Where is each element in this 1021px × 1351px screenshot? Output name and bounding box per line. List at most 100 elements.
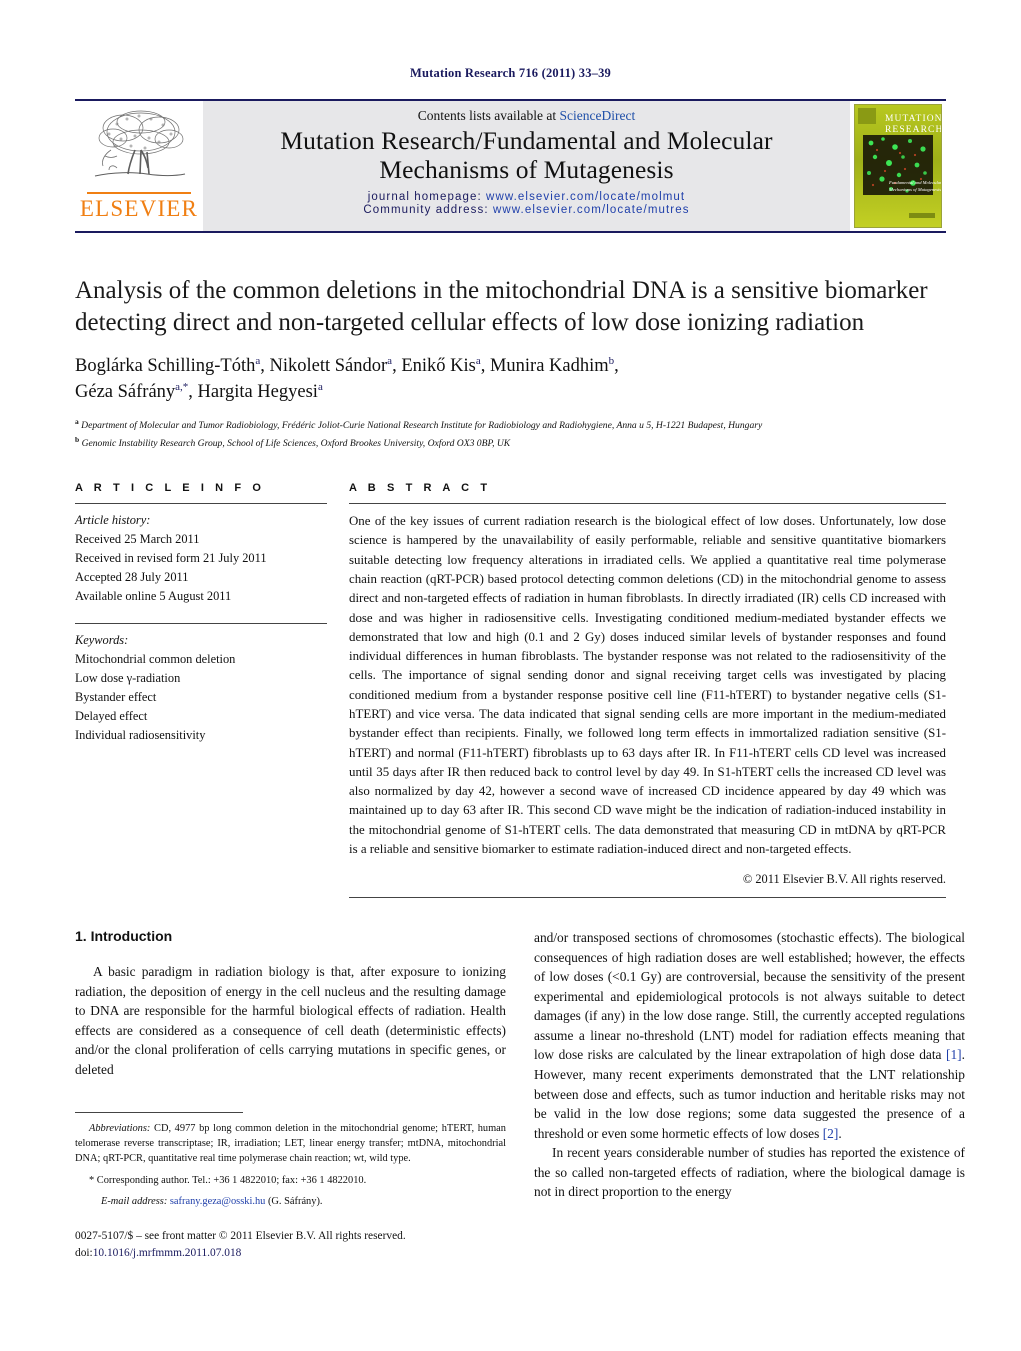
paper-page: Mutation Research 716 (2011) 33–39 ELSEV… [0, 0, 1021, 1351]
article-history-group: Article history: Received 25 March 2011 … [75, 511, 327, 605]
author-item: Boglárka Schilling-Tótha [75, 354, 261, 376]
author-affil-marker: a [255, 354, 261, 367]
author-list: Boglárka Schilling-Tótha, Nikolett Sándo… [75, 354, 619, 402]
info-abstract-band: A R T I C L E I N F O Article history: R… [75, 482, 946, 899]
email-label: E-mail address: [101, 1195, 168, 1207]
abstract-heading: A B S T R A C T [349, 482, 492, 495]
affiliation-text: Department of Molecular and Tumor Radiob… [81, 420, 763, 432]
author-item: Munira Kadhimb [489, 354, 615, 376]
article-history-item: Available online 5 August 2011 [75, 588, 232, 603]
abstract-column: A B S T R A C T One of the key issues of… [349, 482, 946, 899]
abbreviations-footnote: Abbreviations: CD, 4977 bp long common d… [75, 1121, 506, 1167]
intro-right-part-a: and/or transposed sections of chromosome… [534, 930, 965, 1063]
page-title: Analysis of the common deletions in the … [75, 277, 928, 336]
footnote-rule [75, 1112, 243, 1113]
elsevier-tree-icon [94, 110, 186, 177]
cover-title-2: RESEARCH [885, 125, 941, 135]
author-item: Géza Sáfránya,* [75, 381, 188, 402]
author-affil-marker: a [475, 354, 481, 367]
author-affil-marker: a [387, 354, 393, 367]
article-history-item: Received in revised form 21 July 2011 [75, 550, 267, 565]
author-name: Hargita Hegyesi [197, 381, 318, 402]
email-footnote: E-mail address: safrany.geza@osski.hu (G… [75, 1194, 506, 1209]
keywords-group: Keywords: Mitochondrial common deletion … [75, 631, 327, 744]
section-heading-introduction: 1. Introduction [75, 928, 173, 945]
community-address-url[interactable]: www.elsevier.com/locate/mutres [493, 204, 690, 216]
article-history-label: Article history: [75, 513, 151, 528]
sciencedirect-link[interactable]: ScienceDirect [560, 108, 636, 123]
intro-paragraph-right-1: and/or transposed sections of chromosome… [534, 928, 965, 1143]
keyword-item: Mitochondrial common deletion [75, 652, 236, 667]
doi-line: doi:10.1016/j.mrfmmm.2011.07.018 [75, 1245, 515, 1262]
abstract-rule [349, 503, 946, 505]
article-info-column: A R T I C L E I N F O Article history: R… [75, 482, 327, 898]
keywords-rule [75, 623, 327, 625]
author-name: Munira Kadhim [489, 355, 609, 376]
corresponding-author-footnote: * Corresponding author. Tel.: +36 1 4822… [89, 1174, 367, 1186]
doi-prefix: doi: [75, 1247, 93, 1260]
cover-subtitle-1: Fundamental and Molecular [888, 180, 941, 185]
citation-ref-1[interactable]: [1] [946, 1047, 962, 1062]
article-info-heading: A R T I C L E I N F O [75, 482, 265, 495]
author-name: Nikolett Sándor [269, 355, 388, 376]
journal-homepage-line: journal homepage: www.elsevier.com/locat… [211, 191, 842, 203]
journal-info-block: Contents lists available at ScienceDirec… [203, 101, 850, 231]
author-name: Enikő Kis [401, 355, 476, 376]
cover-title-1: MUTATION [885, 114, 941, 124]
intro-right-part-c: . [838, 1125, 842, 1141]
elsevier-rule [87, 192, 191, 194]
keyword-item: Low dose γ-radiation [75, 671, 181, 686]
journal-masthead: ELSEVIER Contents lists available at Sci… [75, 99, 946, 233]
cover-subtitle-2: Mechanisms of Mutagenesis [888, 187, 941, 192]
affiliation-list: a Department of Molecular and Tumor Radi… [75, 416, 946, 452]
journal-title: Mutation Research/Fundamental and Molecu… [211, 126, 842, 184]
article-info-rule [75, 503, 327, 505]
title-area: Analysis of the common deletions in the … [75, 275, 946, 452]
author-affil-marker: a [317, 380, 323, 393]
contents-available-line: Contents lists available at ScienceDirec… [211, 108, 842, 124]
doi-link[interactable]: 10.1016/j.mrfmmm.2011.07.018 [93, 1247, 242, 1259]
journal-cover-block: MUTATION RESEARCH Fundamental and Molecu… [850, 101, 946, 231]
author-item: Enikő Kisa [401, 354, 481, 376]
affiliation-marker: b [75, 435, 80, 445]
citation-ref-2[interactable]: [2] [823, 1126, 839, 1141]
keyword-item: Bystander effect [75, 689, 157, 704]
community-address-label: Community address: [363, 204, 489, 217]
author-item: Hargita Hegyesia [197, 380, 323, 402]
affiliation-text: Genomic Instability Research Group, Scho… [81, 438, 511, 450]
author-item: Nikolett Sándora [269, 354, 393, 376]
community-address-line: Community address: www.elsevier.com/loca… [211, 204, 842, 216]
author-affil-marker[interactable]: a,* [175, 381, 188, 393]
footnote-zone: Abbreviations: CD, 4977 bp long common d… [75, 1112, 506, 1209]
keyword-item: Delayed effect [75, 708, 148, 723]
intro-paragraph-left: A basic paradigm in radiation biology is… [75, 964, 506, 1077]
issn-line: 0027-5107/$ – see front matter © 2011 El… [75, 1230, 406, 1242]
contents-prefix: Contents lists available at [417, 108, 560, 123]
abstract-copyright: © 2011 Elsevier B.V. All rights reserved… [742, 872, 946, 887]
author-affil-marker: b [608, 354, 615, 367]
journal-homepage-url[interactable]: www.elsevier.com/locate/molmut [486, 191, 685, 203]
elsevier-logo: ELSEVIER [75, 101, 203, 231]
abbreviations-label: Abbreviations: [89, 1123, 151, 1134]
elsevier-wordmark: ELSEVIER [79, 196, 199, 221]
journal-title-line2: Mechanisms of Mutagenesis [379, 154, 674, 184]
intro-paragraph-right-2: In recent years considerable number of s… [534, 1145, 965, 1200]
article-history-item: Received 25 March 2011 [75, 531, 200, 546]
article-history-item: Accepted 28 July 2011 [75, 569, 189, 584]
affiliation-item: a Department of Molecular and Tumor Radi… [75, 416, 946, 434]
author-name: Géza Sáfrány [75, 381, 176, 402]
journal-homepage-label: journal homepage: [367, 191, 482, 204]
email-link[interactable]: safrany.geza@osski.hu [170, 1196, 265, 1207]
running-head: Mutation Research 716 (2011) 33–39 [410, 66, 611, 80]
abstract-bottom-rule [349, 897, 946, 899]
imprint-block: 0027-5107/$ – see front matter © 2011 El… [75, 1228, 515, 1262]
affiliation-marker: a [75, 417, 79, 427]
journal-title-line1: Mutation Research/Fundamental and Molecu… [280, 126, 773, 155]
keywords-label: Keywords: [75, 633, 129, 648]
author-name: Boglárka Schilling-Tóth [75, 355, 256, 376]
journal-cover-image: MUTATION RESEARCH Fundamental and Molecu… [855, 105, 941, 227]
abstract-text: One of the key issues of current radiati… [349, 514, 946, 856]
keyword-item: Individual radiosensitivity [75, 727, 206, 742]
journal-cover-thumbnail: MUTATION RESEARCH Fundamental and Molecu… [854, 104, 942, 228]
email-owner: (G. Sáfrány). [267, 1195, 323, 1207]
